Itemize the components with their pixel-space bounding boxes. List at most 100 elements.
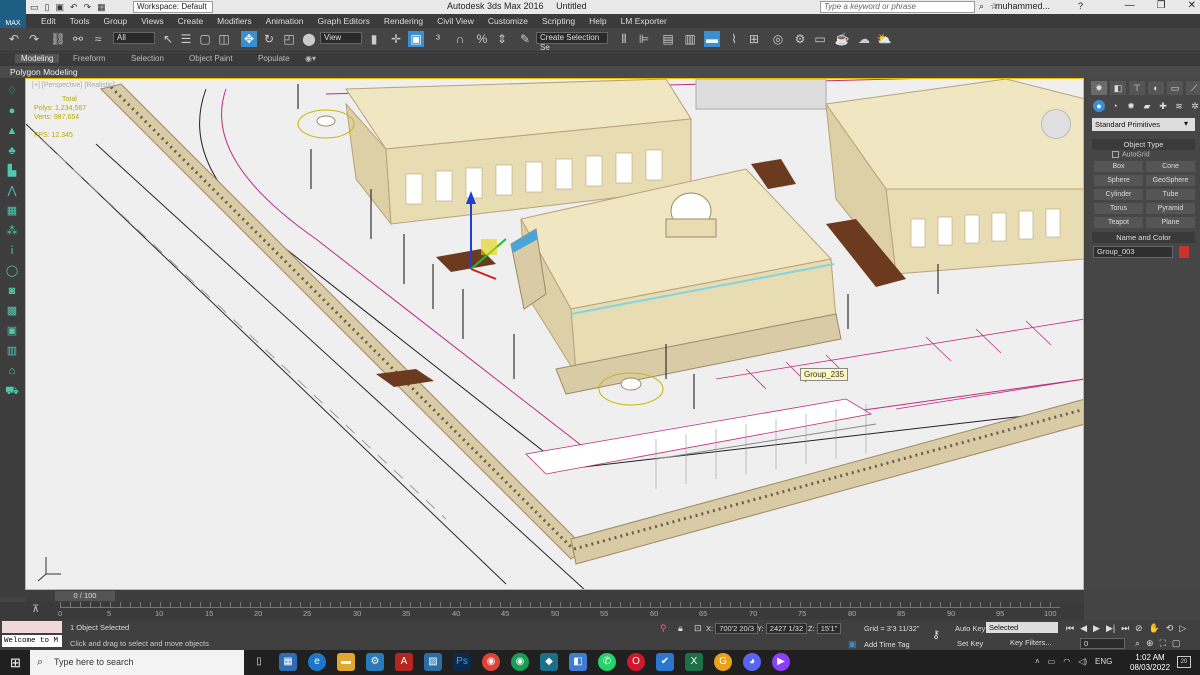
sphere-button[interactable]: Sphere: [1094, 175, 1143, 186]
layer-manager-icon[interactable]: ▤: [660, 31, 676, 47]
current-frame-input[interactable]: 0: [1080, 638, 1125, 649]
open-file-icon[interactable]: ▯: [45, 2, 50, 13]
select-by-name-icon[interactable]: ☰: [178, 31, 194, 47]
coord-x-field[interactable]: 700'2 20/3: [715, 623, 758, 634]
coord-z-field[interactable]: 15'1": [816, 623, 842, 634]
utilities-tab-icon[interactable]: ⟋: [1186, 81, 1200, 95]
taskbar-search-input[interactable]: ⌕ Type here to search: [30, 650, 244, 675]
new-file-icon[interactable]: ▭: [30, 2, 39, 13]
rendered-frame-window-icon[interactable]: ▭: [812, 31, 828, 47]
menu-edit[interactable]: Edit: [34, 16, 63, 26]
snaps-toggle-icon[interactable]: ³: [430, 31, 446, 47]
maxscript-listener-output[interactable]: [2, 621, 62, 633]
auto-key-button[interactable]: Auto Key: [955, 624, 985, 633]
autogrid-checkbox[interactable]: AutoGrid: [1112, 151, 1150, 158]
file-explorer-icon[interactable]: ▬: [337, 653, 355, 671]
maximize-viewport-icon[interactable]: ▢: [1172, 638, 1181, 649]
coord-y-field[interactable]: 2427 1/32: [765, 623, 808, 634]
curve-editor-icon[interactable]: ⌇: [726, 31, 742, 47]
cameras-icon[interactable]: ▰: [1141, 100, 1153, 112]
battery-icon[interactable]: ▭: [1048, 657, 1056, 666]
zoom-region-icon[interactable]: ⊘: [1135, 623, 1143, 634]
workspace-dropdown[interactable]: Workspace: Default: [133, 1, 213, 13]
menu-animation[interactable]: Animation: [259, 16, 311, 26]
maxscript-listener-input[interactable]: Welcome to M: [2, 635, 62, 647]
language-indicator[interactable]: ENG: [1095, 657, 1112, 666]
car-icon[interactable]: ⛟: [5, 384, 19, 398]
menu-views[interactable]: Views: [134, 16, 171, 26]
menu-customize[interactable]: Customize: [481, 16, 535, 26]
named-selection-set-dropdown[interactable]: Create Selection Se: [536, 32, 608, 52]
menu-lm-exporter[interactable]: LM Exporter: [614, 16, 674, 26]
geosphere-button[interactable]: GeoSphere: [1146, 175, 1195, 186]
torus-button[interactable]: Torus: [1094, 203, 1143, 214]
polygon-modeling-panel[interactable]: Polygon Modeling: [0, 66, 1200, 78]
tab-freeform[interactable]: Freeform: [73, 54, 105, 63]
tab-selection[interactable]: Selection: [131, 54, 164, 63]
reference-coordinate-dropdown[interactable]: View: [320, 32, 362, 44]
box-button[interactable]: Box: [1094, 161, 1143, 172]
bind-space-warp-icon[interactable]: ≈: [90, 31, 106, 47]
sign-icon[interactable]: ⌂: [5, 364, 19, 378]
menu-modifiers[interactable]: Modifiers: [210, 16, 258, 26]
acrobat-icon[interactable]: A: [395, 653, 413, 671]
field-of-view-icon[interactable]: ▷: [1179, 623, 1186, 634]
chrome-icon[interactable]: ◉: [482, 653, 500, 671]
undo-icon[interactable]: ↶: [70, 2, 78, 13]
select-move-icon[interactable]: ✥: [241, 31, 257, 47]
place-icon[interactable]: ⬤: [301, 31, 317, 47]
go-to-start-icon[interactable]: ⏮: [1066, 623, 1074, 634]
menu-create[interactable]: Create: [171, 16, 211, 26]
plane-button[interactable]: Plane: [1146, 217, 1195, 228]
sphere-icon[interactable]: ●: [5, 104, 19, 118]
calculator-icon[interactable]: ▦: [279, 653, 297, 671]
next-frame-icon[interactable]: ▶|: [1106, 623, 1115, 634]
taskbar-clock[interactable]: 1:02 AM 08/03/2022: [1130, 653, 1170, 673]
tab-modeling[interactable]: Modeling: [15, 54, 60, 63]
task-view-icon[interactable]: ▯: [250, 653, 268, 671]
minimize-icon[interactable]: —: [1125, 0, 1135, 11]
render-iterative-icon[interactable]: ☁: [856, 31, 872, 47]
name-and-color-rollout[interactable]: Name and Color: [1092, 232, 1195, 243]
viewport-label[interactable]: [+] [Perspective] [Realistic]: [32, 82, 115, 89]
box-icon[interactable]: ◙: [5, 284, 19, 298]
help-icon[interactable]: ?: [1078, 1, 1083, 11]
trees-icon[interactable]: ♣: [5, 144, 19, 158]
cube-app-icon[interactable]: ◧: [569, 653, 587, 671]
whatsapp-icon[interactable]: ✆: [598, 653, 616, 671]
grammarly-icon[interactable]: G: [714, 653, 732, 671]
checkbox-icon[interactable]: [1112, 151, 1119, 158]
key-mode-dropdown[interactable]: Selected: [986, 622, 1058, 633]
percent-snap-icon[interactable]: %: [474, 31, 490, 47]
perspective-viewport[interactable]: [+] [Perspective] [Realistic] Total Poly…: [25, 78, 1084, 590]
teapot-button[interactable]: Teapot: [1094, 217, 1143, 228]
transform-center-icon[interactable]: ✛: [388, 31, 404, 47]
tab-populate[interactable]: Populate: [258, 54, 290, 63]
menu-group[interactable]: Group: [97, 16, 135, 26]
settings-app-icon[interactable]: ⚙: [366, 653, 384, 671]
terrain-icon[interactable]: ▲: [5, 124, 19, 138]
menu-graph-editors[interactable]: Graph Editors: [310, 16, 376, 26]
todo-app-icon[interactable]: ✔: [656, 653, 674, 671]
windows-start-icon[interactable]: ⊞: [10, 655, 21, 671]
edit-named-selection-icon[interactable]: ✎: [517, 31, 533, 47]
render-cloud-icon[interactable]: ⛅: [876, 31, 892, 47]
previous-frame-icon[interactable]: ◀: [1080, 623, 1087, 634]
photoshop-icon[interactable]: Ps: [453, 653, 471, 671]
lights-icon[interactable]: ✹: [1125, 100, 1137, 112]
select-object-icon[interactable]: ↖: [160, 31, 176, 47]
geometry-icon[interactable]: ●: [1093, 100, 1105, 112]
set-key-button[interactable]: Set Key: [957, 639, 983, 648]
frame-icon[interactable]: ▣: [5, 324, 19, 338]
close-icon[interactable]: ✕: [1188, 0, 1196, 11]
select-scale-icon[interactable]: ◰: [281, 31, 297, 47]
scene-explorer-icon[interactable]: ▥: [682, 31, 698, 47]
ribbon-options-icon[interactable]: ◉▾: [305, 54, 316, 63]
align-icon[interactable]: ⊫: [636, 31, 652, 47]
helpers-icon[interactable]: ✚: [1157, 100, 1169, 112]
material-editor-icon[interactable]: ◎: [770, 31, 786, 47]
zoom-all-icon[interactable]: ⊕: [1146, 638, 1154, 649]
selection-filter-dropdown[interactable]: All: [113, 32, 155, 44]
redo-icon[interactable]: ↷: [84, 2, 92, 13]
road-icon[interactable]: ⋀: [5, 184, 19, 198]
